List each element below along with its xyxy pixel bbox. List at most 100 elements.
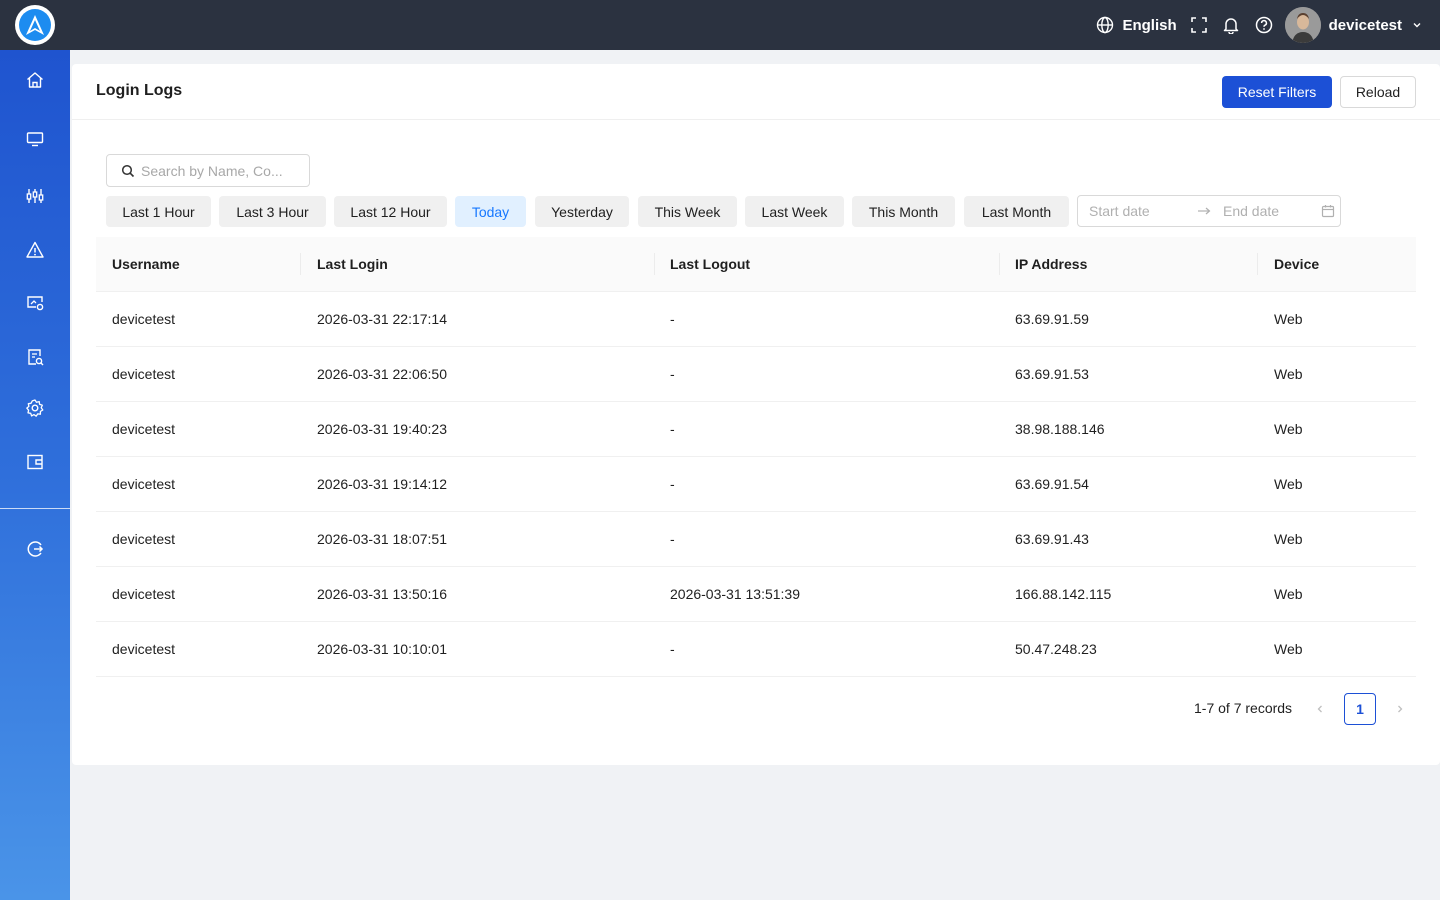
sidebar (0, 50, 70, 900)
column-divider (1257, 253, 1258, 275)
cell-last-logout: - (670, 476, 675, 492)
cell-username: devicetest (112, 311, 176, 327)
column-header-last-logout[interactable]: Last Logout (670, 237, 750, 292)
cell-username: devicetest (112, 641, 176, 657)
calendar-icon (1321, 205, 1335, 218)
bell-icon (1223, 18, 1238, 34)
cell-device: Web (1274, 641, 1303, 657)
sidebar-item-home[interactable] (0, 60, 70, 100)
range-chip-last-1-hour[interactable]: Last 1 Hour (106, 196, 211, 227)
help-button[interactable] (1255, 16, 1273, 34)
sidebar-divider (0, 508, 70, 509)
monitor-icon (26, 132, 44, 147)
home-icon (27, 72, 43, 88)
pagination-page-1[interactable]: 1 (1344, 693, 1376, 725)
card-header: Login Logs Reset Filters Reload (72, 64, 1440, 120)
username-label: devicetest (1328, 16, 1402, 34)
range-chip-last-week[interactable]: Last Week (745, 196, 844, 227)
sidebar-item-alerts[interactable] (0, 230, 70, 270)
sidebar-item-logout[interactable] (0, 529, 70, 569)
logo-arrow-icon (26, 15, 44, 35)
range-chip-this-week[interactable]: This Week (638, 196, 737, 227)
chevron-left-icon (1317, 705, 1322, 713)
search-icon (121, 164, 135, 177)
cell-last-logout: - (670, 366, 675, 382)
cell-device: Web (1274, 421, 1303, 437)
date-range-picker[interactable] (1077, 195, 1341, 227)
cell-username: devicetest (112, 421, 176, 437)
table-row: devicetest 2026-03-31 10:10:01 - 50.47.248.… (96, 622, 1416, 677)
cell-last-logout: - (670, 311, 675, 327)
cell-username: devicetest (112, 366, 176, 382)
user-menu[interactable]: devicetest (1284, 7, 1422, 43)
cell-last-logout: - (670, 531, 675, 547)
cell-ip-address: 63.69.91.53 (1015, 366, 1089, 382)
search-input[interactable] (141, 162, 301, 179)
sidebar-item-reports[interactable] (0, 337, 70, 377)
table-header: Username Last Login Last Logout IP Addre… (96, 237, 1416, 292)
language-selector[interactable]: English (1096, 16, 1177, 34)
language-label: English (1122, 16, 1177, 34)
device-settings-icon (27, 296, 44, 311)
column-header-ip-address[interactable]: IP Address (1015, 237, 1087, 292)
sliders-icon (26, 189, 44, 203)
reload-button[interactable]: Reload (1340, 76, 1416, 108)
column-divider (654, 253, 655, 275)
table-row: devicetest 2026-03-31 19:14:12 - 63.69.91.5… (96, 457, 1416, 512)
cell-last-login: 2026-03-31 10:10:01 (317, 641, 447, 657)
alert-icon (26, 241, 44, 258)
range-chip-last-3-hour[interactable]: Last 3 Hour (219, 196, 326, 227)
notifications-button[interactable] (1223, 16, 1239, 34)
reset-filters-button[interactable]: Reset Filters (1222, 76, 1332, 108)
wallet-icon (27, 454, 43, 470)
report-search-icon (28, 349, 44, 366)
app-logo[interactable] (15, 5, 55, 45)
range-chip-last-month[interactable]: Last Month (964, 196, 1069, 227)
cell-ip-address: 63.69.91.59 (1015, 311, 1089, 327)
cell-last-login: 2026-03-31 22:06:50 (317, 366, 447, 382)
range-chip-last-12-hour[interactable]: Last 12 Hour (334, 196, 447, 227)
sidebar-item-devices[interactable] (0, 119, 70, 159)
user-avatar-icon (1284, 7, 1321, 43)
cell-device: Web (1274, 531, 1303, 547)
sidebar-item-device-settings[interactable] (0, 283, 70, 323)
sidebar-item-settings[interactable] (0, 388, 70, 428)
cell-device: Web (1274, 586, 1303, 602)
login-logs-card: Login Logs Reset Filters Reload Last 1 H… (72, 64, 1440, 765)
column-divider (999, 253, 1000, 275)
cell-ip-address: 50.47.248.23 (1015, 641, 1097, 657)
cell-device: Web (1274, 476, 1303, 492)
cell-username: devicetest (112, 586, 176, 602)
arrow-right-icon (1198, 207, 1211, 215)
range-chip-today[interactable]: Today (455, 196, 526, 227)
column-header-username[interactable]: Username (112, 237, 180, 292)
table-row: devicetest 2026-03-31 19:40:23 - 38.98.188.… (96, 402, 1416, 457)
table-row: devicetest 2026-03-31 18:07:51 - 63.69.91.4… (96, 512, 1416, 567)
cell-username: devicetest (112, 531, 176, 547)
gear-icon (26, 399, 44, 417)
range-chip-this-month[interactable]: This Month (852, 196, 955, 227)
chevron-right-icon (1398, 705, 1403, 713)
cell-username: devicetest (112, 476, 176, 492)
cell-ip-address: 63.69.91.43 (1015, 531, 1089, 547)
cell-last-login: 2026-03-31 19:14:12 (317, 476, 447, 492)
table-row: devicetest 2026-03-31 22:06:50 - 63.69.91.5… (96, 347, 1416, 402)
sidebar-item-controls[interactable] (0, 176, 70, 216)
end-date-input[interactable] (1223, 203, 1319, 219)
pagination-prev-button[interactable] (1304, 693, 1336, 725)
cell-last-logout: 2026-03-31 13:51:39 (670, 586, 800, 602)
cell-last-login: 2026-03-31 18:07:51 (317, 531, 447, 547)
start-date-input[interactable] (1089, 203, 1185, 219)
column-header-device[interactable]: Device (1274, 237, 1319, 292)
cell-device: Web (1274, 311, 1303, 327)
range-chip-yesterday[interactable]: Yesterday (535, 196, 629, 227)
cell-ip-address: 63.69.91.54 (1015, 476, 1089, 492)
help-icon (1255, 16, 1272, 34)
cell-last-logout: - (670, 421, 675, 437)
cell-last-login: 2026-03-31 19:40:23 (317, 421, 447, 437)
fullscreen-button[interactable] (1190, 17, 1207, 33)
pagination-total: 1-7 of 7 records (1194, 700, 1293, 716)
pagination-next-button[interactable] (1384, 693, 1416, 725)
sidebar-item-wallet[interactable] (0, 442, 70, 482)
column-header-last-login[interactable]: Last Login (317, 237, 388, 292)
